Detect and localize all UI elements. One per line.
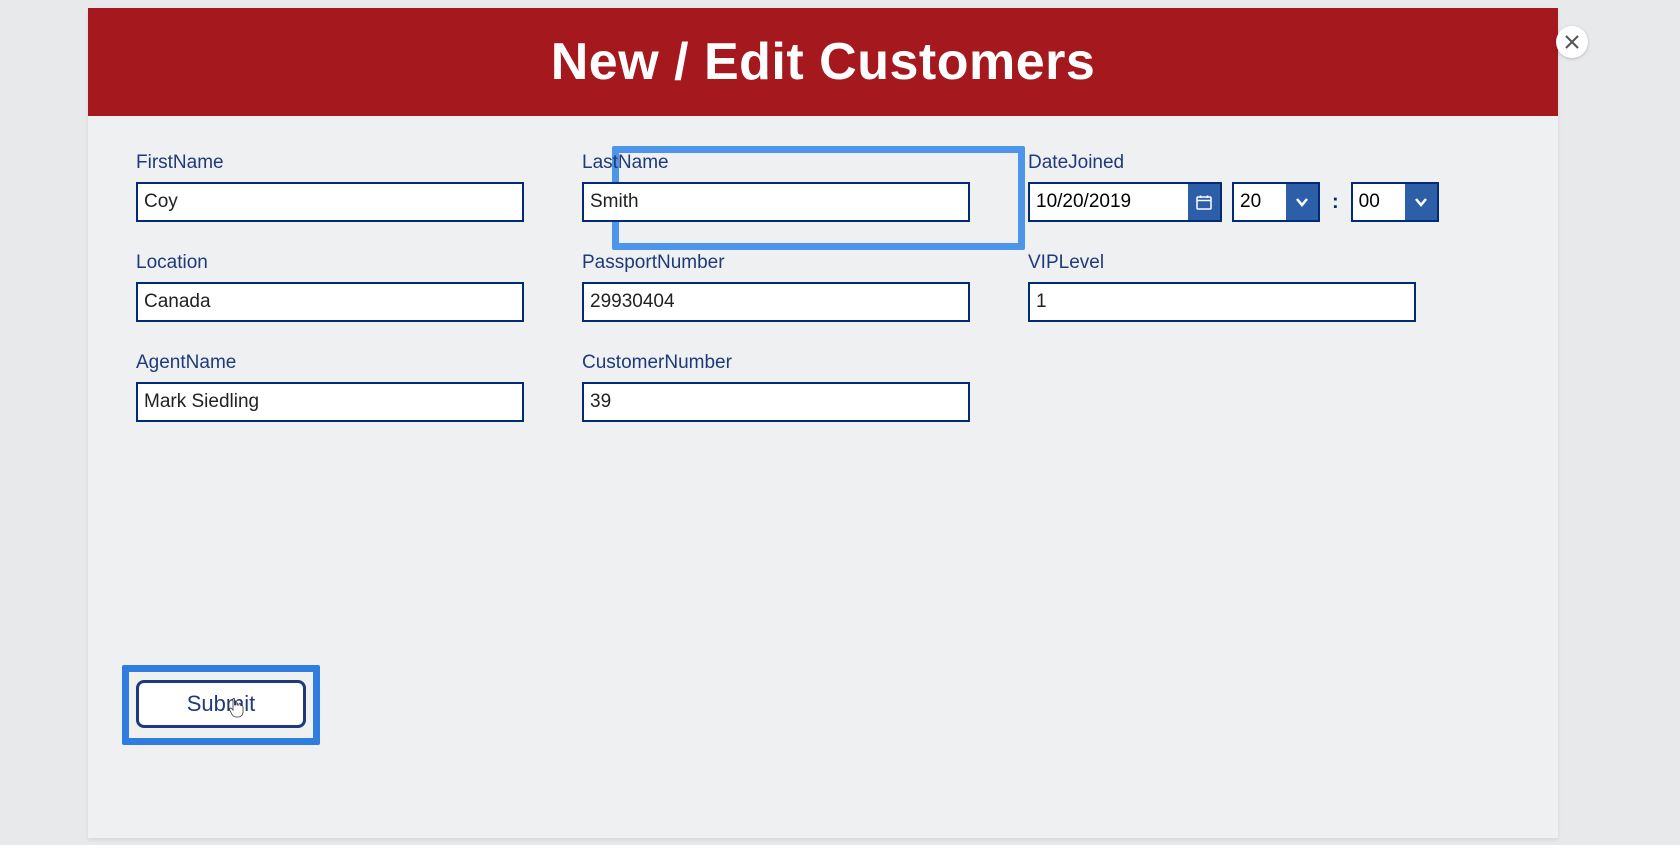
date-picker <box>1028 182 1222 222</box>
field-first-name: FirstName <box>136 152 524 222</box>
form-area: FirstName LastName DateJoined <box>88 116 1558 422</box>
form-row-2: Location PassportNumber VIPLevel <box>136 252 1510 322</box>
date-joined-label: DateJoined <box>1028 152 1416 174</box>
customer-number-input[interactable] <box>582 382 970 422</box>
modal-panel: New / Edit Customers FirstName LastName … <box>88 8 1558 838</box>
field-passport-number: PassportNumber <box>582 252 970 322</box>
modal-header: New / Edit Customers <box>88 8 1558 116</box>
page-title: New / Edit Customers <box>551 32 1096 92</box>
field-customer-number: CustomerNumber <box>582 352 970 422</box>
chevron-down-icon <box>1414 195 1428 209</box>
form-row-3: AgentName CustomerNumber <box>136 352 1510 422</box>
form-row-1: FirstName LastName DateJoined <box>136 152 1510 222</box>
vip-level-input[interactable] <box>1028 282 1416 322</box>
last-name-label: LastName <box>582 152 970 174</box>
date-input[interactable] <box>1030 184 1188 220</box>
submit-area: Submit <box>136 680 306 728</box>
last-name-input[interactable] <box>582 182 970 222</box>
vip-level-label: VIPLevel <box>1028 252 1416 274</box>
close-icon <box>1565 35 1579 49</box>
field-last-name: LastName <box>582 152 970 222</box>
minute-input[interactable] <box>1353 184 1405 220</box>
passport-number-label: PassportNumber <box>582 252 970 274</box>
calendar-icon <box>1196 194 1212 210</box>
passport-number-input[interactable] <box>582 282 970 322</box>
minute-picker <box>1351 182 1439 222</box>
customer-number-label: CustomerNumber <box>582 352 970 374</box>
calendar-button[interactable] <box>1188 184 1220 220</box>
submit-button[interactable]: Submit <box>136 680 306 728</box>
page-root: New / Edit Customers FirstName LastName … <box>0 0 1680 845</box>
close-button[interactable] <box>1556 26 1588 58</box>
agent-name-input[interactable] <box>136 382 524 422</box>
minute-dropdown-button[interactable] <box>1405 184 1437 220</box>
hour-input[interactable] <box>1234 184 1286 220</box>
date-time-group: : <box>1028 182 1416 222</box>
location-input[interactable] <box>136 282 524 322</box>
field-agent-name: AgentName <box>136 352 524 422</box>
location-label: Location <box>136 252 524 274</box>
first-name-input[interactable] <box>136 182 524 222</box>
field-vip-level: VIPLevel <box>1028 252 1416 322</box>
agent-name-label: AgentName <box>136 352 524 374</box>
first-name-label: FirstName <box>136 152 524 174</box>
chevron-down-icon <box>1295 195 1309 209</box>
hour-dropdown-button[interactable] <box>1286 184 1318 220</box>
field-date-joined: DateJoined <box>1028 152 1416 222</box>
hour-picker <box>1232 182 1320 222</box>
field-location: Location <box>136 252 524 322</box>
time-separator: : <box>1330 191 1341 214</box>
